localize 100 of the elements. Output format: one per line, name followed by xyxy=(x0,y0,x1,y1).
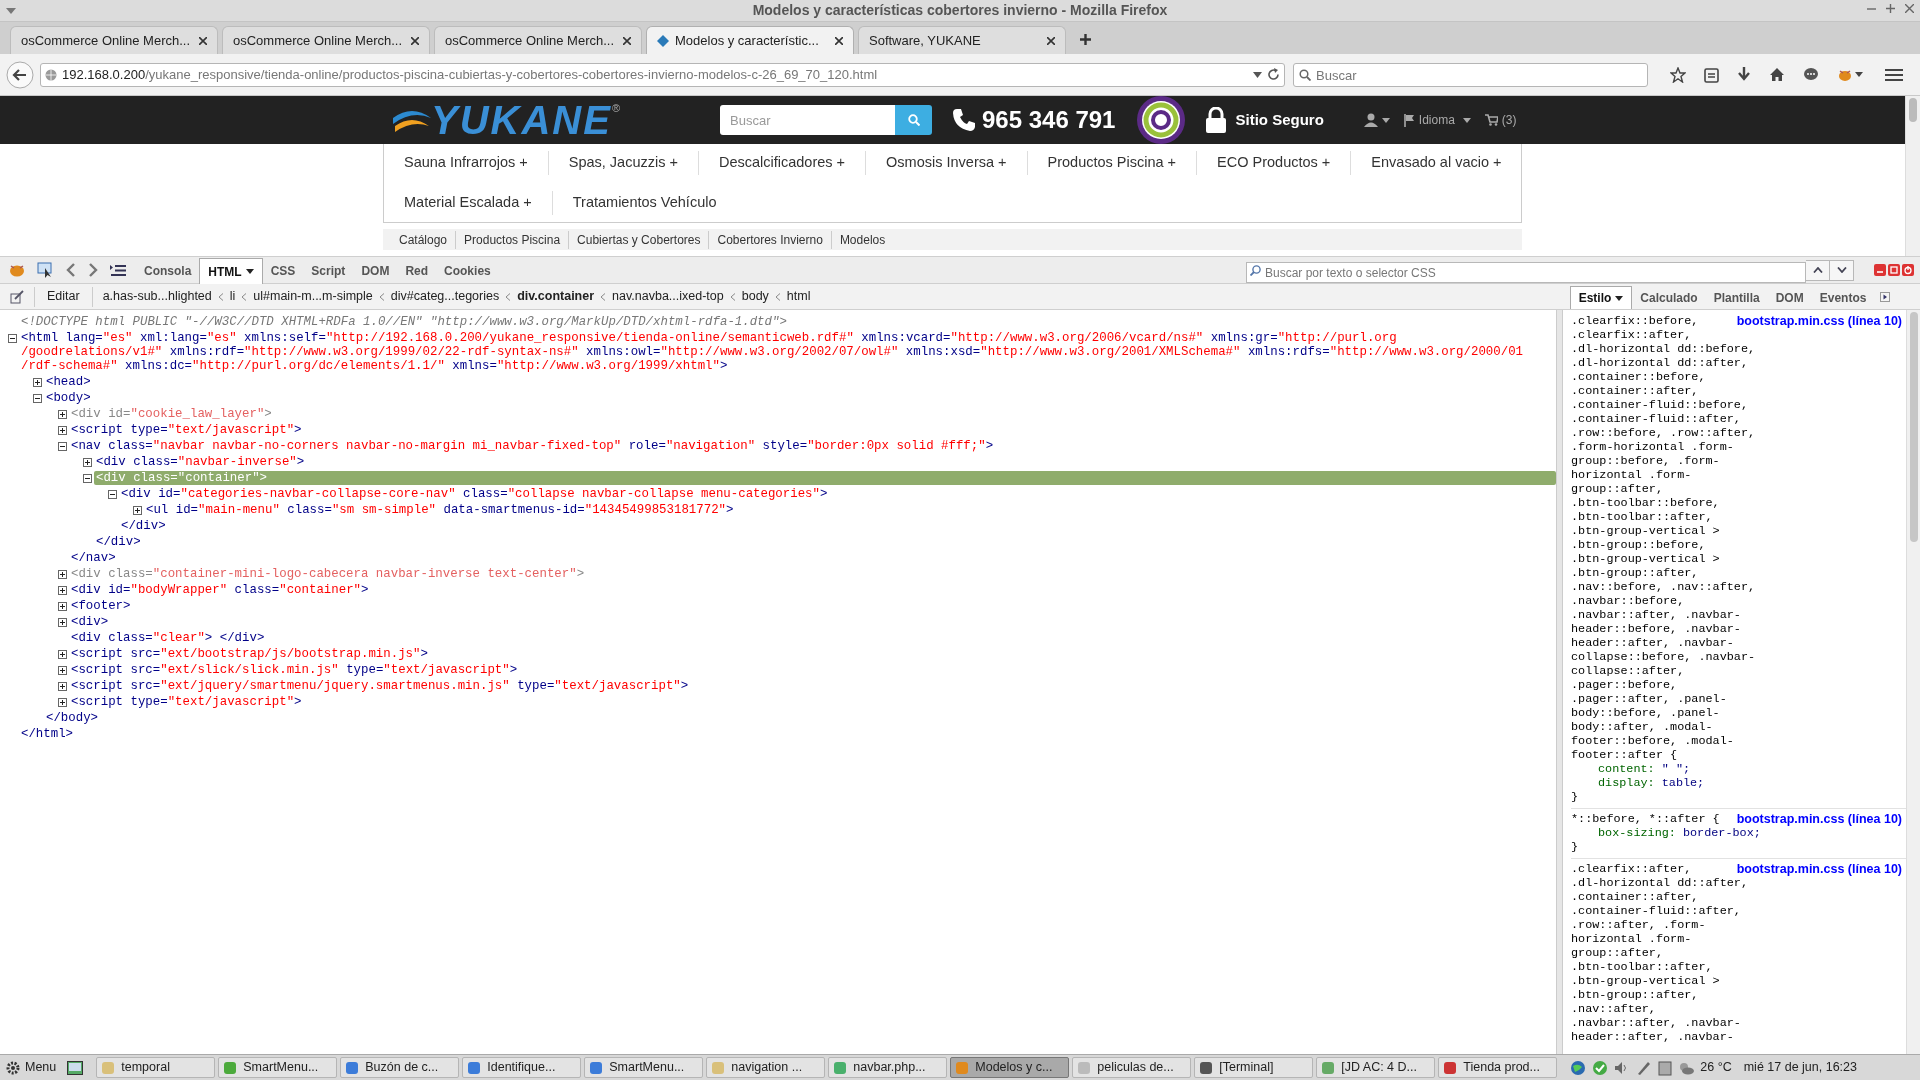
taskbar-button[interactable]: SmartMenu... xyxy=(218,1057,338,1078)
expand-icon[interactable] xyxy=(58,665,67,675)
tree-node[interactable]: <script src="ext/bootstrap/js/bootstrap.min.js"> xyxy=(69,647,430,661)
side-panel-tab[interactable]: Eventos xyxy=(1811,286,1875,309)
close-icon[interactable] xyxy=(411,36,419,45)
collapse-icon[interactable] xyxy=(8,333,17,343)
menu-item[interactable]: Descalcificadores + xyxy=(698,151,867,175)
collapse-icon[interactable] xyxy=(33,393,42,403)
taskbar-button[interactable]: SmartMenu... xyxy=(584,1057,704,1078)
expand-icon[interactable] xyxy=(133,505,142,515)
breadcrumb-link[interactable]: Catálogo xyxy=(391,230,456,249)
expand-icon[interactable] xyxy=(83,457,92,467)
close-icon[interactable] xyxy=(1047,36,1055,45)
taskbar-button[interactable]: navigation ... xyxy=(706,1057,826,1078)
tree-node[interactable]: <script src="ext/slick/slick.min.js" type="text/javascript"> xyxy=(69,663,520,677)
expand-icon[interactable] xyxy=(33,377,42,387)
tree-node[interactable]: <div class="navbar-inverse"> xyxy=(94,455,307,469)
expand-icon[interactable] xyxy=(58,681,67,691)
expand-icon[interactable] xyxy=(58,569,67,579)
taskbar-button[interactable]: Tienda prod... xyxy=(1438,1057,1558,1078)
detach-icon[interactable] xyxy=(1888,264,1900,276)
inspect-icon[interactable] xyxy=(37,262,54,278)
close-icon[interactable] xyxy=(835,36,843,45)
bug-icon[interactable] xyxy=(8,263,25,277)
expand-icon[interactable] xyxy=(58,697,67,707)
menu-item[interactable]: Sauna Infrarrojos + xyxy=(384,151,549,175)
address-bar[interactable]: 192.168.0.200/yukane_responsive/tienda-online/productos-piscina-cubiertas-y-cobertores-cobertores-invierno-modelos-c-26_69_70_120.html xyxy=(40,62,1285,87)
tree-node[interactable]: <html lang="es" xml:lang="es" xmlns:self="http://192.168.0.200/yukane_responsive/tienda-online/semanticweb.rdf#" xmlns:vcard="http://www.w3.org/2006/vcard/ns#" xmlns:gr="http://purl.org /goodrelations/v1#" xmlns:rdf="http://www.w3.org/1999/02/22-rdf-syntax-ns#" xmlns:owl="http://www.w3.org/2002/07/owl#" xmlns:xsd="http://www.w3.org/2001/XMLSchema#" xmlns:rdfs="http://www.w3.org/2000/01 /rdf-schema#" xmlns:dc="http://purl.org/dc/elements/1.1/" xmlns="http://www.w3.org/1999/xhtml"> xyxy=(19,331,1526,373)
new-tab-icon[interactable] xyxy=(1080,34,1091,45)
menu-item[interactable]: Tratamientos Vehículo xyxy=(552,190,737,215)
breadcrumb-node[interactable]: body xyxy=(741,287,769,306)
forward-icon[interactable] xyxy=(88,263,98,277)
browser-tab[interactable]: Software, YUKANE xyxy=(858,26,1066,54)
collapse-icon[interactable] xyxy=(58,441,67,451)
panel-scrollbar[interactable] xyxy=(1906,310,1920,1054)
power-icon[interactable] xyxy=(1902,264,1914,276)
site-search-field[interactable]: Buscar xyxy=(720,105,895,135)
menu-item[interactable]: Osmosis Inversa + xyxy=(866,151,1028,175)
tree-node[interactable]: <div id="categories-navbar-collapse-core-nav" class="collapse navbar-collapse menu-categories"> xyxy=(119,487,830,501)
tree-node[interactable]: <head> xyxy=(44,375,93,389)
account-menu[interactable] xyxy=(1363,113,1390,127)
panel-tab[interactable]: Consola xyxy=(136,258,200,284)
menu-icon[interactable] xyxy=(1885,67,1903,82)
dropdown-icon[interactable] xyxy=(1253,71,1262,78)
minimize-icon[interactable] xyxy=(1874,264,1886,276)
expand-icon[interactable] xyxy=(58,425,67,435)
breadcrumb-node[interactable]: html xyxy=(786,287,811,306)
weather-icon[interactable] xyxy=(1678,1060,1695,1075)
cart-link[interactable]: (3) xyxy=(1484,111,1517,129)
panel-tab[interactable]: CSS xyxy=(262,258,304,284)
breadcrumb-node[interactable]: a.has-sub...hlighted xyxy=(102,287,212,306)
menu-item[interactable]: Productos Piscina + xyxy=(1027,151,1198,175)
globe-icon[interactable] xyxy=(1570,1059,1587,1076)
expand-icon[interactable] xyxy=(58,649,67,659)
browser-tab[interactable]: Modelos y característic... xyxy=(646,26,854,54)
tree-node[interactable]: <div id="cookie_law_layer"> xyxy=(69,407,274,421)
side-panel-tab[interactable]: Calculado xyxy=(1632,286,1706,309)
taskbar-button[interactable]: [JD AC: 4 D... xyxy=(1316,1057,1436,1078)
bug-icon[interactable] xyxy=(1837,67,1853,82)
side-panel-tab[interactable]: Plantilla xyxy=(1705,286,1768,309)
tree-node[interactable]: <body> xyxy=(44,391,93,405)
start-menu-button[interactable]: Menu xyxy=(2,1056,61,1079)
close-icon[interactable] xyxy=(199,36,207,45)
tree-node[interactable]: <div id="bodyWrapper" class="container"> xyxy=(69,583,371,597)
side-panel-tab[interactable]: DOM xyxy=(1767,286,1812,309)
menu-item[interactable]: Envasado al vacio + xyxy=(1351,151,1522,175)
chat-icon[interactable] xyxy=(1803,67,1819,82)
tree-node[interactable]: <div class="clear"> </div> xyxy=(69,631,267,645)
panel-tab[interactable]: Cookies xyxy=(436,258,499,284)
menu-item[interactable]: Spas, Jacuzzis + xyxy=(548,151,699,175)
next-button[interactable] xyxy=(1830,259,1854,281)
breadcrumb-node[interactable]: nav.navba...ixed-top xyxy=(612,287,724,306)
breadcrumb-link[interactable]: Cobertores Invierno xyxy=(708,230,831,249)
taskbar-button[interactable]: navbar.php... xyxy=(828,1057,948,1078)
taskbar-button[interactable]: Identifique... xyxy=(462,1057,582,1078)
browser-tab[interactable]: osCommerce Online Merch... xyxy=(434,26,642,54)
tree-node[interactable]: <ul id="main-menu" class="sm sm-simple" data-smartmenus-id="14345499853181772"> xyxy=(144,503,736,517)
browser-tab[interactable]: osCommerce Online Merch... xyxy=(222,26,430,54)
tree-node[interactable]: <!DOCTYPE html PUBLIC "-//W3C//DTD XHTML+RDFa 1.0//EN" "http://www.w3.org/MarkUp/DTD/xhtml-rdfa-1.dtd"> xyxy=(19,315,789,329)
taskbar-button[interactable]: peliculas de... xyxy=(1072,1057,1192,1078)
taskbar-button[interactable]: Modelos y c... xyxy=(950,1057,1070,1078)
desktop-icon[interactable] xyxy=(67,1060,84,1075)
search-field[interactable]: Buscar xyxy=(1293,63,1648,87)
expand-icon[interactable] xyxy=(58,601,67,611)
taskbar-button[interactable]: temporal xyxy=(96,1057,216,1078)
collapse-icon[interactable] xyxy=(83,473,92,483)
menu-item[interactable]: Material Escalada + xyxy=(384,190,553,215)
collapse-icon[interactable] xyxy=(108,489,117,499)
language-menu[interactable]: Idioma xyxy=(1403,111,1471,129)
breadcrumb-link[interactable]: Modelos xyxy=(830,230,894,249)
reload-icon[interactable] xyxy=(1267,68,1280,81)
breadcrumb-link[interactable]: Productos Piscina xyxy=(455,230,569,249)
panel-tab[interactable]: DOM xyxy=(353,258,398,284)
edit-icon[interactable] xyxy=(10,289,24,304)
tree-node[interactable]: <script type="text/javascript"> xyxy=(69,695,304,709)
page-scrollbar[interactable] xyxy=(1905,96,1920,256)
breadcrumb-node[interactable]: div.container xyxy=(517,287,595,306)
tree-node[interactable]: <script type="text/javascript"> xyxy=(69,423,304,437)
expand-icon[interactable] xyxy=(58,617,67,627)
panel-tab[interactable]: HTML xyxy=(199,258,263,284)
